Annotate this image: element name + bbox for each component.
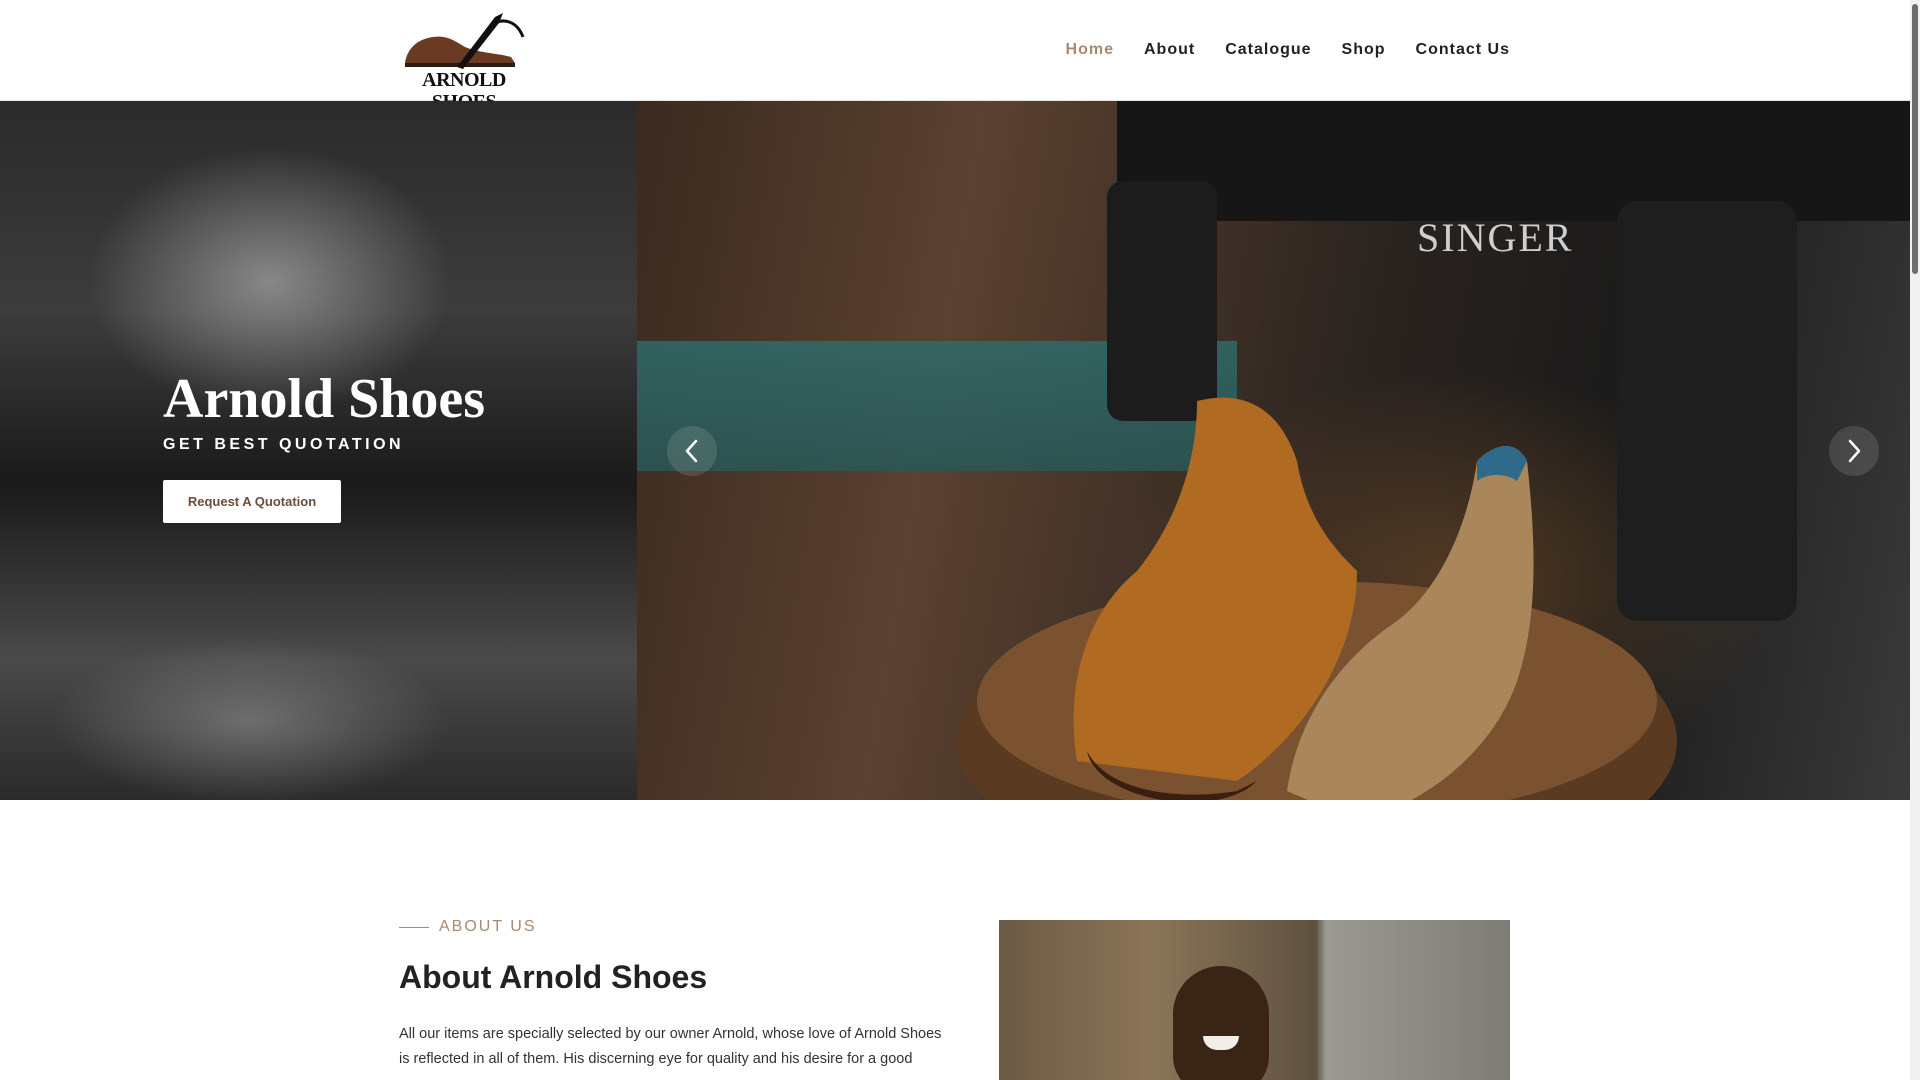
hero-slider: SINGER Arnold Shoes GET BEST QUOTATION R…: [0, 101, 1910, 800]
hero-title: Arnold Shoes: [163, 368, 486, 430]
chevron-right-icon: [1848, 439, 1861, 463]
request-quotation-button[interactable]: Request A Quotation: [163, 480, 341, 523]
nav-catalogue[interactable]: Catalogue: [1225, 37, 1311, 63]
about-title: About Arnold Shoes: [399, 959, 708, 995]
hero-shoe-image: SINGER: [637, 101, 1910, 800]
owner-photo: [999, 920, 1510, 1080]
about-body-text: All our items are specially selected by …: [399, 1026, 942, 1067]
page-scrollbar[interactable]: [1910, 0, 1920, 1080]
scrollbar-thumb[interactable]: [1912, 4, 1918, 274]
eyebrow-label: ABOUT US: [439, 918, 537, 935]
slider-prev-button[interactable]: [667, 426, 717, 476]
nav-home[interactable]: Home: [1066, 37, 1114, 63]
chevron-left-icon: [685, 439, 698, 463]
eyebrow-divider: [399, 926, 429, 928]
site-header: ARNOLD SHOES Home About Catalogue Shop C…: [0, 0, 1910, 113]
logo[interactable]: ARNOLD SHOES: [399, 11, 529, 113]
hero-subtitle: GET BEST QUOTATION: [163, 436, 405, 453]
svg-text:SINGER: SINGER: [1417, 215, 1573, 260]
nav-shop[interactable]: Shop: [1342, 37, 1386, 63]
main-nav: Home About Catalogue Shop Contact Us: [1066, 37, 1510, 63]
shoe-and-last-illustration: SINGER: [957, 101, 1910, 800]
owner-face: [1173, 966, 1269, 1080]
nav-about[interactable]: About: [1144, 37, 1195, 63]
nav-contact[interactable]: Contact Us: [1416, 37, 1510, 63]
shoe-knife-logo-icon: [405, 13, 525, 69]
slider-next-button[interactable]: [1829, 426, 1879, 476]
about-eyebrow: ABOUT US: [399, 918, 537, 936]
